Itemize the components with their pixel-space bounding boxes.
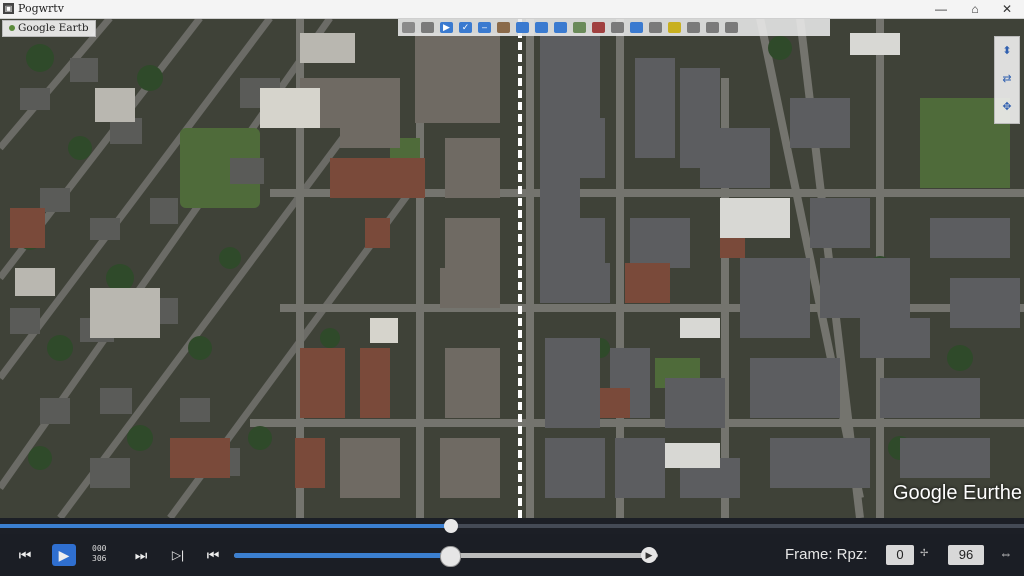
maximize-button[interactable]: ⌂ — [958, 0, 992, 18]
minus-icon[interactable]: – — [478, 22, 491, 33]
play-icon[interactable]: ▶ — [440, 22, 453, 33]
map-toolbar: ▶ ✓ – — [398, 19, 830, 36]
step-forward-icon[interactable]: ▷| — [166, 544, 190, 566]
path-icon[interactable] — [516, 22, 529, 33]
timecode-bottom: 306 — [92, 554, 107, 563]
end-play-icon[interactable]: ▶ — [641, 547, 657, 563]
minimize-button[interactable]: — — [924, 0, 958, 18]
aerial-imagery — [0, 18, 1024, 518]
window-title: Pogwrtv — [18, 2, 64, 15]
image-overlay-icon[interactable] — [554, 22, 567, 33]
timecode: 000 306 — [92, 544, 112, 564]
title-bar: ▣ Pogwrtv — ⌂ ✕ — [0, 0, 1024, 19]
save-image-icon[interactable] — [706, 22, 719, 33]
planet-icon[interactable] — [630, 22, 643, 33]
ruler-icon[interactable] — [649, 22, 662, 33]
tilt-icon[interactable]: ⇄ — [995, 65, 1019, 93]
frame-label: Frame: Rpz: — [785, 546, 868, 563]
tour-icon[interactable] — [573, 22, 586, 33]
play-button[interactable]: ▶ — [52, 544, 76, 566]
compass-icon[interactable]: ⬍ — [995, 37, 1019, 65]
frame-input[interactable]: 0 — [886, 545, 914, 565]
expand-icon[interactable]: ⇔ — [994, 546, 1018, 564]
map-icon[interactable] — [725, 22, 738, 33]
seek-handle[interactable] — [443, 519, 458, 533]
timeline-seek-bar[interactable] — [0, 518, 1024, 534]
scrub-handle[interactable] — [440, 546, 462, 567]
close-button[interactable]: ✕ — [990, 0, 1024, 18]
placemark-icon[interactable] — [497, 22, 510, 33]
globe-icon — [9, 25, 15, 31]
sun-icon[interactable] — [611, 22, 624, 33]
email-icon[interactable] — [668, 22, 681, 33]
comparison-split-line[interactable] — [518, 18, 522, 518]
step-back-icon[interactable]: ⏭ — [130, 544, 152, 566]
polygon-icon[interactable] — [535, 22, 548, 33]
frame-total: 96 — [948, 545, 984, 565]
spinner-icon[interactable]: ✢ — [920, 548, 928, 559]
app-icon: ▣ — [3, 3, 14, 14]
check-icon[interactable]: ✓ — [459, 22, 472, 33]
history-icon[interactable] — [592, 22, 605, 33]
layer-label[interactable]: Google Eartb — [2, 20, 96, 37]
print-icon[interactable] — [687, 22, 700, 33]
grid-icon[interactable] — [421, 22, 434, 33]
zoom-icon[interactable]: ✥ — [995, 93, 1019, 121]
navigation-controls: ⬍ ⇄ ✥ — [994, 36, 1020, 124]
scrub-slider[interactable]: ▶ — [234, 546, 658, 567]
map-watermark: Google Eurthe — [893, 482, 1022, 504]
playback-controls: ⏮ ▶ 000 306 ⏭ ▷| ⏮ ▶ Frame: Rpz: 0 ✢ 96 … — [0, 534, 1024, 576]
scrub-progress — [234, 553, 451, 558]
satellite-map-view[interactable] — [0, 18, 1024, 518]
previous-icon[interactable]: ⏮ — [14, 544, 36, 566]
skip-icon[interactable]: ⏮ — [202, 544, 224, 566]
timecode-top: 000 — [92, 544, 107, 553]
seek-progress — [0, 524, 451, 528]
layers-icon[interactable] — [402, 22, 415, 33]
